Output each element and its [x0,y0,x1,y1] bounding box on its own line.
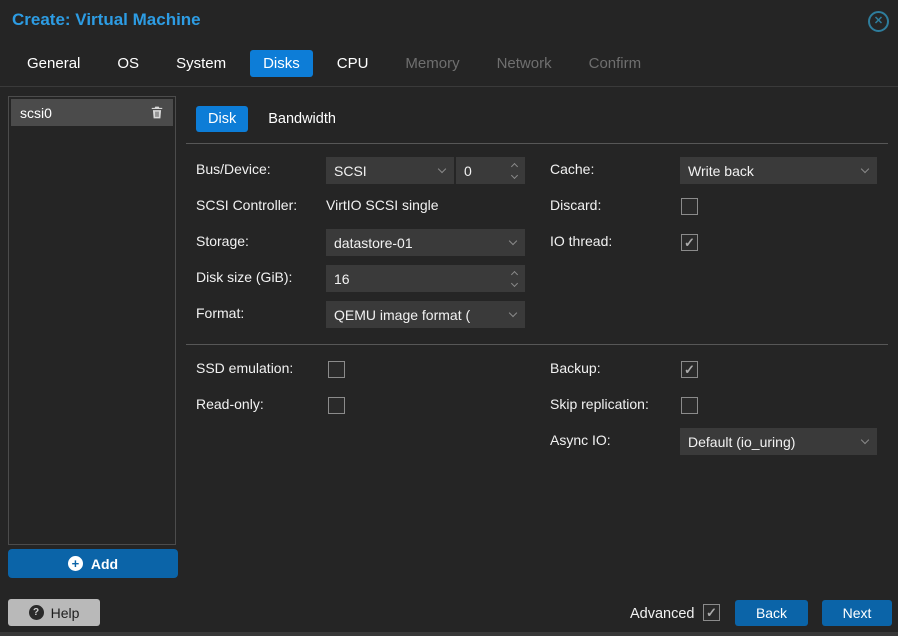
checkmark: ✓ [684,362,695,377]
advanced-checkbox[interactable]: ✓ [703,604,720,621]
bus-select[interactable]: SCSI [326,157,454,184]
tab-disks[interactable]: Disks [250,50,313,77]
io-thread-checkbox[interactable]: ✓ [681,234,698,251]
read-only-checkbox[interactable] [328,397,345,414]
read-only-label: Read-only: [196,396,264,412]
chevron-down-icon [860,164,870,174]
scsi-controller-label: SCSI Controller: [196,197,298,213]
list-item-scsi0[interactable]: scsi0 [11,99,173,126]
disk-size-label: Disk size (GiB): [196,269,293,285]
discard-checkbox[interactable] [681,198,698,215]
ssd-emulation-label: SSD emulation: [196,360,294,376]
subtab-disk[interactable]: Disk [196,106,249,132]
chevron-down-icon [860,435,870,445]
add-button-label: Add [90,555,119,572]
create-vm-dialog: Create: Virtual Machine ✕ General OS Sys… [0,0,898,636]
skip-replication-checkbox[interactable] [681,397,698,414]
advanced-label: Advanced [630,606,695,622]
checkmark: ✓ [684,235,695,250]
spinner-icon[interactable] [510,162,519,179]
tab-confirm: Confirm [588,55,642,72]
cache-select-value: Write back [688,162,754,179]
skip-replication-label: Skip replication: [550,396,649,412]
tab-memory: Memory [405,55,460,72]
dialog-title: Create: Virtual Machine [12,10,201,29]
format-select-value: QEMU image format ( [334,306,471,323]
subtab-divider [186,143,888,144]
back-button-label: Back [755,605,788,621]
help-button-label: Help [50,604,80,621]
format-select[interactable]: QEMU image format ( [326,301,525,328]
backup-checkbox[interactable]: ✓ [681,361,698,378]
close-button[interactable]: ✕ [868,11,889,32]
scsi-controller-value: VirtIO SCSI single [326,197,439,213]
disk-size-stepper[interactable]: 16 [326,265,525,292]
io-thread-label: IO thread: [550,233,613,249]
subtab-bandwidth[interactable]: Bandwidth [268,106,336,132]
list-item-label: scsi0 [20,104,52,121]
back-button[interactable]: Back [735,600,808,626]
format-label: Format: [196,305,245,321]
spinner-icon[interactable] [510,270,519,287]
async-io-label: Async IO: [550,432,611,448]
disk-list-panel: scsi0 [8,96,176,545]
tab-cpu[interactable]: CPU [324,50,382,77]
cache-label: Cache: [550,161,595,177]
window-bottom-edge [0,632,898,636]
advanced-section-divider [186,344,888,345]
add-button[interactable]: + Add [8,549,178,578]
bus-select-value: SCSI [334,162,367,179]
bus-device-label: Bus/Device: [196,161,271,177]
storage-label: Storage: [196,233,249,249]
chevron-down-icon [437,164,447,174]
tab-general[interactable]: General [14,50,93,77]
plus-icon: + [67,556,83,571]
question-icon: ? [28,605,44,620]
chevron-down-icon [508,308,518,318]
tab-system[interactable]: System [163,50,239,77]
storage-select[interactable]: datastore-01 [326,229,525,256]
checkmark: ✓ [706,605,717,620]
discard-label: Discard: [550,197,602,213]
storage-select-value: datastore-01 [334,234,413,251]
help-button[interactable]: ? Help [8,599,100,626]
next-button-label: Next [842,605,872,621]
tab-network: Network [496,55,552,72]
close-icon: ✕ [873,15,884,27]
async-io-select[interactable]: Default (io_uring) [680,428,877,455]
tab-os[interactable]: OS [104,50,152,77]
ssd-emulation-checkbox[interactable] [328,361,345,378]
chevron-down-icon [508,236,518,246]
disk-size-value: 16 [334,270,350,287]
trash-icon[interactable] [150,105,164,120]
backup-label: Backup: [550,360,601,376]
device-number-stepper[interactable]: 0 [456,157,525,184]
next-button[interactable]: Next [822,600,892,626]
wizard-tab-bar: General OS System Disks CPU Memory Netwo… [14,50,654,77]
cache-select[interactable]: Write back [680,157,877,184]
device-number-value: 0 [464,162,472,179]
async-io-select-value: Default (io_uring) [688,433,796,450]
disk-subtab-bar: Disk Bandwidth [196,106,336,132]
bus-device-control: SCSI 0 [326,157,525,184]
header-divider [0,86,898,87]
